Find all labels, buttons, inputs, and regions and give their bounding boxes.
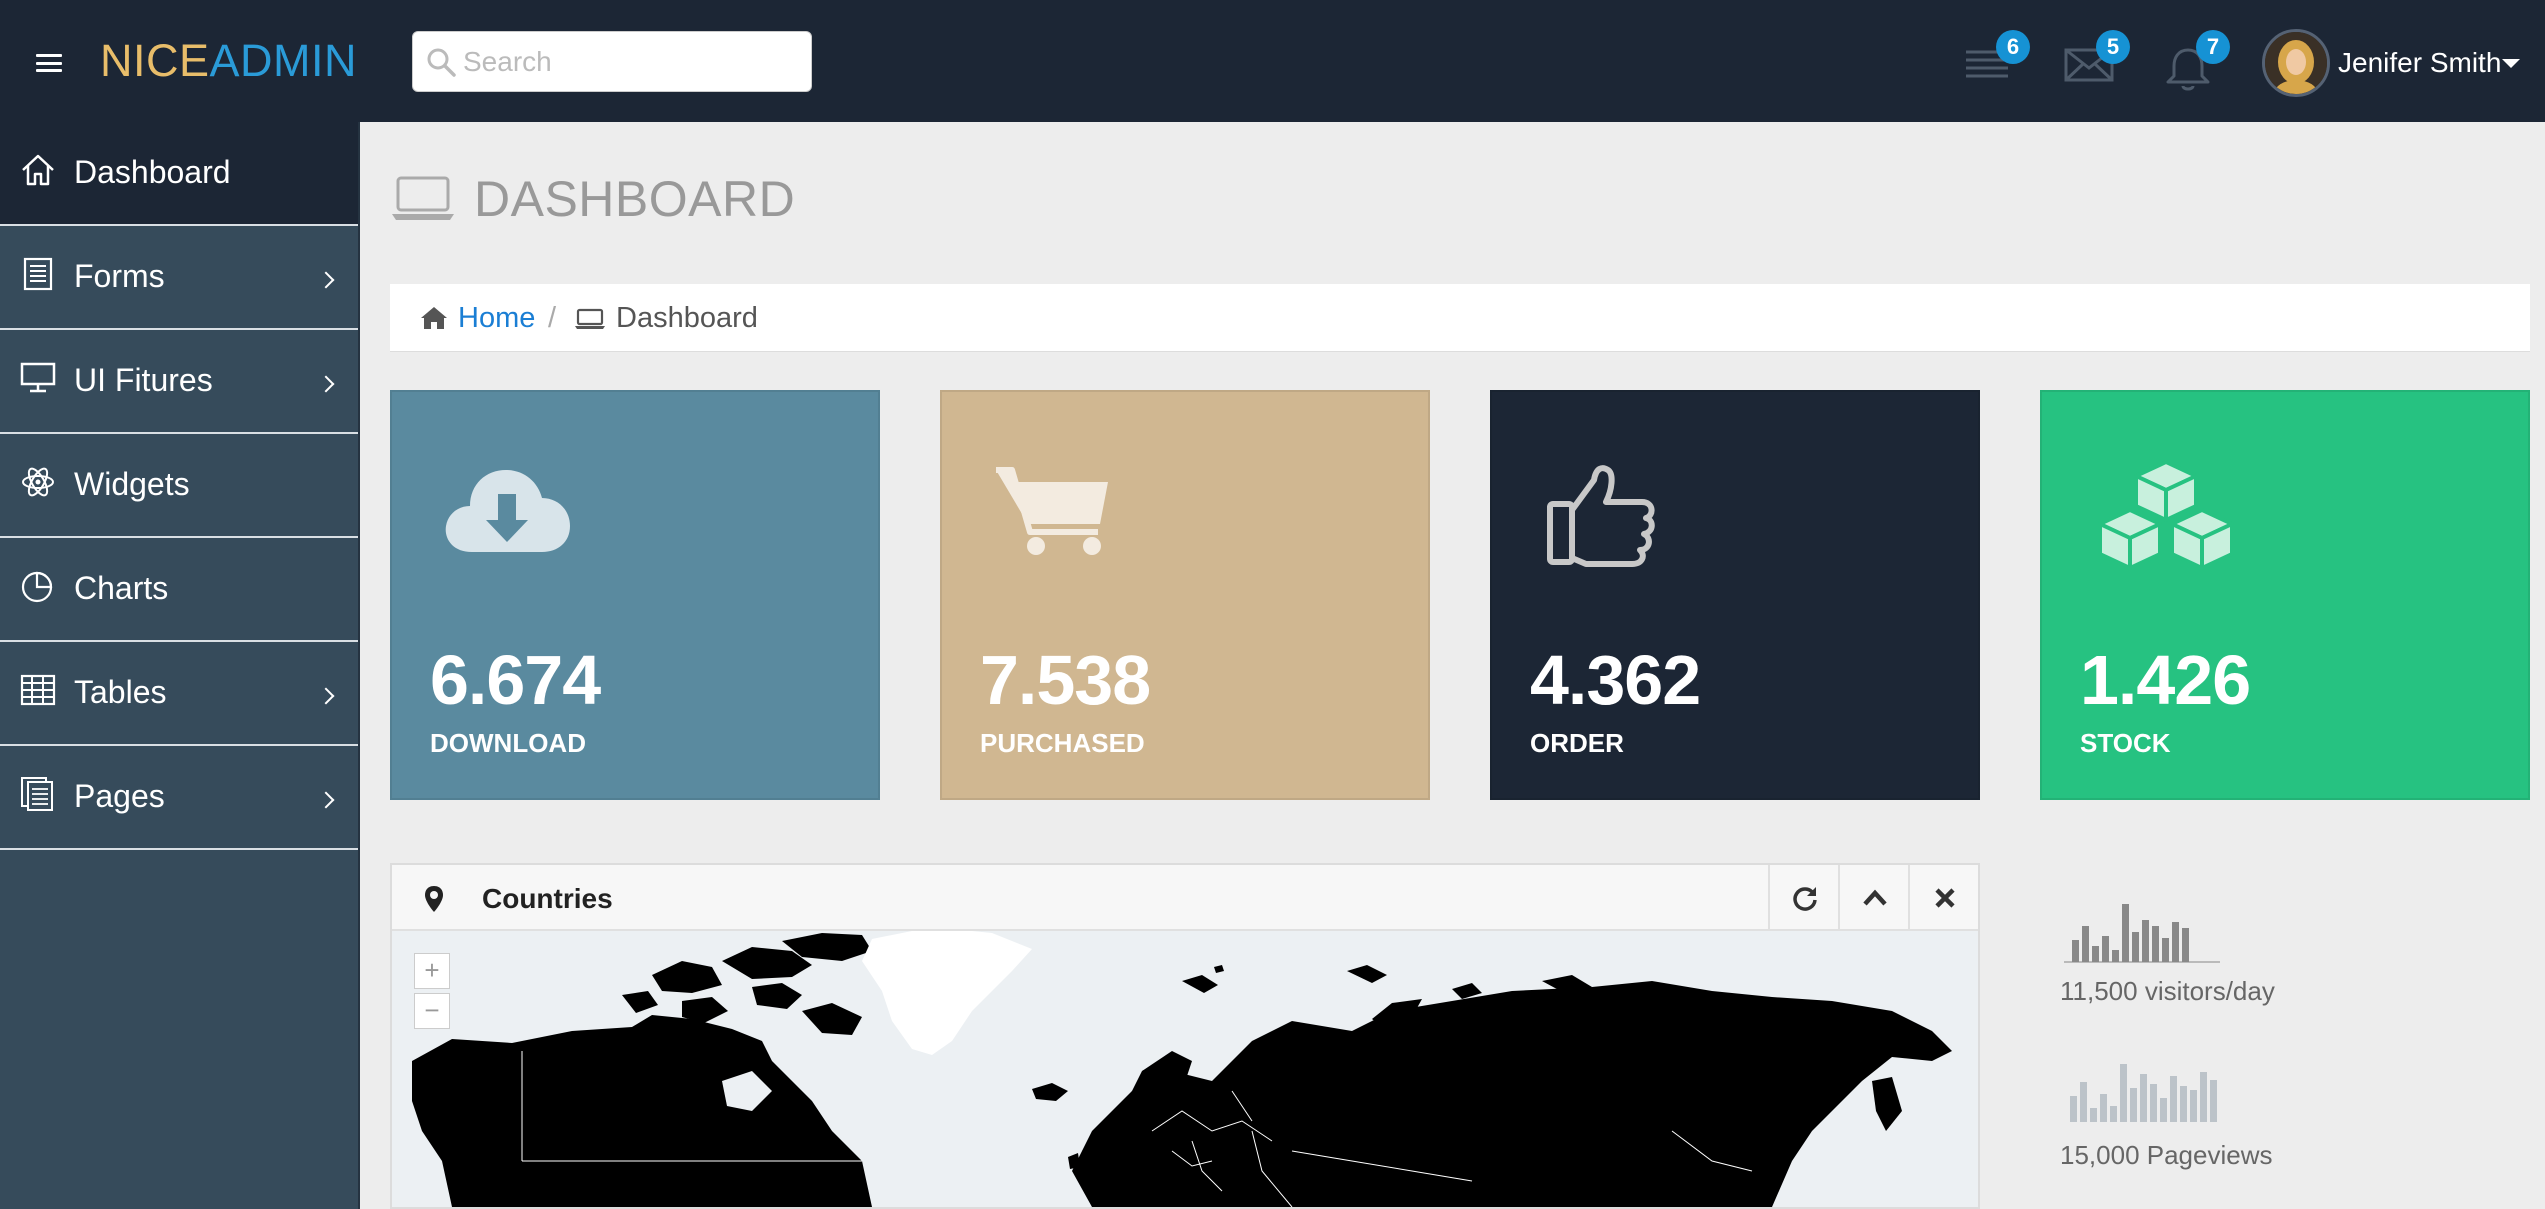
document-icon xyxy=(23,257,53,291)
visitors-stat-text: 11,500 visitors/day xyxy=(2060,976,2275,1006)
countries-panel-header: Countries xyxy=(392,865,1978,931)
shopping-cart-icon xyxy=(996,467,1108,555)
sidebar-item-pages[interactable]: Pages xyxy=(0,746,358,850)
world-map[interactable]: + − xyxy=(392,931,1978,1207)
sidebar-divider xyxy=(358,122,360,1209)
table-icon xyxy=(20,674,56,706)
tile-label: DOWNLOAD xyxy=(430,728,586,758)
map-zoom-out-button[interactable]: − xyxy=(414,993,450,1029)
brand-logo-part2: ADMIN xyxy=(209,35,358,86)
close-button[interactable] xyxy=(1908,865,1978,931)
tile-label: ORDER xyxy=(1530,728,1624,758)
tile-value: 4.362 xyxy=(1530,641,1701,719)
tile-stock[interactable]: 1.426 STOCK xyxy=(2040,390,2530,800)
tile-value: 7.538 xyxy=(980,641,1151,719)
notifications-button[interactable]: 7 xyxy=(2160,30,2230,98)
sidebar-item-ui-fitures[interactable]: UI Fitures xyxy=(0,330,358,434)
cloud-download-icon xyxy=(445,470,570,552)
sidebar-item-forms[interactable]: Forms xyxy=(0,226,358,330)
sidebar-item-label: Widgets xyxy=(74,466,190,502)
pages-icon xyxy=(21,777,53,811)
user-name: Jenifer Smith xyxy=(2338,47,2502,78)
tile-download[interactable]: 6.674 DOWNLOAD xyxy=(390,390,880,800)
home-icon xyxy=(421,307,447,329)
user-avatar xyxy=(2262,29,2330,97)
laptop-icon xyxy=(575,308,605,329)
messages-button[interactable]: 5 xyxy=(2060,30,2130,98)
countries-panel-title: Countries xyxy=(482,883,613,914)
tile-purchased[interactable]: 7.538 PURCHASED xyxy=(940,390,1430,800)
thumbs-up-icon xyxy=(1547,465,1655,567)
laptop-icon xyxy=(392,176,454,220)
chevron-right-icon xyxy=(317,271,335,289)
page-title: DASHBOARD xyxy=(474,171,796,227)
tile-value: 6.674 xyxy=(430,641,601,719)
messages-badge: 5 xyxy=(2096,30,2130,64)
map-zoom-in-button[interactable]: + xyxy=(414,953,450,989)
chevron-right-icon xyxy=(317,375,335,393)
search-box xyxy=(412,31,812,92)
refresh-icon xyxy=(1793,887,1817,911)
map-pin-icon xyxy=(425,886,443,912)
close-icon xyxy=(1935,888,1955,908)
sidebar-item-label: UI Fitures xyxy=(74,362,213,398)
tasks-button[interactable]: 6 xyxy=(1960,30,2030,98)
world-map-graphic xyxy=(412,931,1952,1207)
sidebar-item-label: Tables xyxy=(74,674,167,710)
chevron-right-icon xyxy=(317,687,335,705)
sidebar-item-label: Dashboard xyxy=(74,154,231,190)
tile-label: PURCHASED xyxy=(980,728,1145,758)
desktop-icon xyxy=(20,362,56,393)
breadcrumb-home-link[interactable]: Home xyxy=(458,302,535,335)
pageviews-stat-text: 15,000 Pageviews xyxy=(2060,1140,2273,1170)
sidebar-item-label: Charts xyxy=(74,570,169,606)
cubes-icon xyxy=(2098,460,2234,570)
chevron-right-icon xyxy=(317,791,335,809)
pie-chart-icon xyxy=(21,571,53,603)
sidebar-item-label: Pages xyxy=(74,778,165,814)
tile-label: STOCK xyxy=(2080,728,2171,758)
sidebar: Dashboard Forms UI Fitures Widgets Chart… xyxy=(0,122,360,1209)
breadcrumb: Home / Dashboard xyxy=(390,284,2530,352)
home-icon xyxy=(22,154,54,186)
search-input[interactable] xyxy=(463,42,793,82)
chevron-up-icon xyxy=(1863,889,1887,906)
sidebar-item-widgets[interactable]: Widgets xyxy=(0,434,358,538)
brand-logo-part1: NICE xyxy=(100,35,210,86)
pageviews-sparkline xyxy=(2070,1064,2217,1122)
breadcrumb-current: Dashboard xyxy=(616,302,758,334)
countries-panel: Countries + − xyxy=(390,863,1980,1209)
sidebar-item-charts[interactable]: Charts xyxy=(0,538,358,642)
sidebar-item-dashboard[interactable]: Dashboard xyxy=(0,122,358,226)
search-icon xyxy=(427,48,456,77)
hamburger-menu-icon[interactable] xyxy=(36,54,62,72)
top-header: NICEADMIN 6 5 7 xyxy=(0,0,2545,122)
brand-logo[interactable]: NICEADMIN xyxy=(100,33,357,89)
visitors-sparkline xyxy=(2064,904,2220,963)
sidebar-item-tables[interactable]: Tables xyxy=(0,642,358,746)
tile-value: 1.426 xyxy=(2080,641,2251,719)
collapse-button[interactable] xyxy=(1838,865,1908,931)
atom-icon xyxy=(22,467,54,497)
chevron-down-icon xyxy=(2502,59,2520,68)
refresh-button[interactable] xyxy=(1768,865,1838,931)
breadcrumb-separator: / xyxy=(548,302,557,334)
sidebar-item-label: Forms xyxy=(74,258,165,294)
tile-order[interactable]: 4.362 ORDER xyxy=(1490,390,1980,800)
notifications-badge: 7 xyxy=(2196,30,2230,64)
tasks-badge: 6 xyxy=(1996,30,2030,64)
